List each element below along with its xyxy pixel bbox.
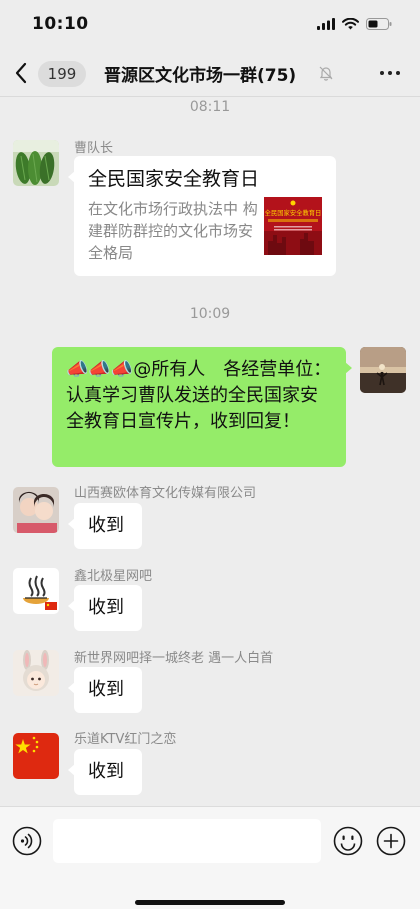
message-timestamp: 10:09 [189,306,231,322]
received-message-bubble[interactable]: 收到 [68,503,142,549]
sender-name: 山西赛欧体育文化传媒有限公司 [74,486,257,501]
status-time: 10:10 [32,14,89,34]
received-message-bubble[interactable]: 收到 [68,667,142,713]
sender-name: 新世界网吧择一城终老 遇一人白首 [74,651,274,666]
emoji-icon [333,826,363,856]
header-divider [0,96,420,97]
message-input-bar [0,806,420,909]
status-icons [317,18,392,30]
unread-count-badge[interactable]: 199 [38,61,86,87]
message-text: 收到 [88,597,124,618]
message-text: 收到 [88,679,124,700]
received-message-bubble[interactable]: 收到 [68,749,142,795]
person-photo-avatar-icon [13,487,59,533]
cucumber-avatar-icon [13,140,59,186]
link-card-thumbnail: 全民国家安全教育日 [264,197,322,255]
sender-avatar[interactable] [13,487,59,533]
voice-input-button[interactable] [12,826,42,860]
home-indicator [135,900,285,905]
sender-name: 鑫北极星网吧 [74,569,153,584]
message-text-input[interactable] [53,819,321,863]
poster-thumbnail-icon: 全民国家安全教育日 [264,197,322,255]
svg-text:全民国家安全教育日: 全民国家安全教育日 [265,208,322,217]
plus-icon [376,826,406,856]
link-card-description: 在文化市场行政执法中 构建群防群控的文化市场安全格局 [88,200,258,262]
chevron-left-icon [15,62,27,84]
message-timestamp: 08:11 [189,99,231,115]
sender-avatar[interactable] [13,650,59,696]
chat-title: 晋源区文化市场一群(75) [104,66,297,86]
bunny-girl-avatar-icon [13,650,59,696]
wifi-icon [342,18,359,30]
megaphone-icons: 📣📣📣 [66,359,134,380]
link-card-title: 全民国家安全教育日 [88,168,260,190]
self-avatar[interactable] [360,347,406,393]
message-text: 📣📣📣@所有人 各经营单位：认真学习曹队发送的全民国家安全教育日宣传片，收到回复… [66,357,332,435]
more-options-button[interactable] [380,64,400,82]
emoji-button[interactable] [333,826,363,860]
mute-bell-icon [319,66,333,81]
china-flag-avatar-icon [13,733,59,779]
sender-avatar[interactable] [13,140,59,186]
received-message-bubble[interactable]: 收到 [68,585,142,631]
sender-name: 曹队长 [74,141,114,156]
more-actions-button[interactable] [376,826,406,860]
message-text: 收到 [88,515,124,536]
sender-avatar[interactable] [13,733,59,779]
signal-icon [317,18,335,30]
link-card-message[interactable]: 全民国家安全教育日 在文化市场行政执法中 构建群防群控的文化市场安全格局 全民国… [68,156,336,276]
sender-avatar[interactable] [13,568,59,614]
battery-icon [366,18,392,30]
dot-icon [380,71,384,75]
dot-icon [388,71,392,75]
sunset-beach-avatar-icon [360,347,406,393]
status-bar: 10:10 [0,0,420,48]
chat-header: 199 晋源区文化市场一群(75) [0,50,420,96]
net-bar-logo-avatar-icon [13,568,59,614]
sender-name: 乐道KTV红门之恋 [74,732,177,747]
dot-icon [396,71,400,75]
self-message-bubble[interactable]: 📣📣📣@所有人 各经营单位：认真学习曹队发送的全民国家安全教育日宣传片，收到回复… [52,347,352,467]
message-text: 收到 [88,761,124,782]
voice-icon [12,826,42,856]
back-button[interactable] [14,60,34,86]
